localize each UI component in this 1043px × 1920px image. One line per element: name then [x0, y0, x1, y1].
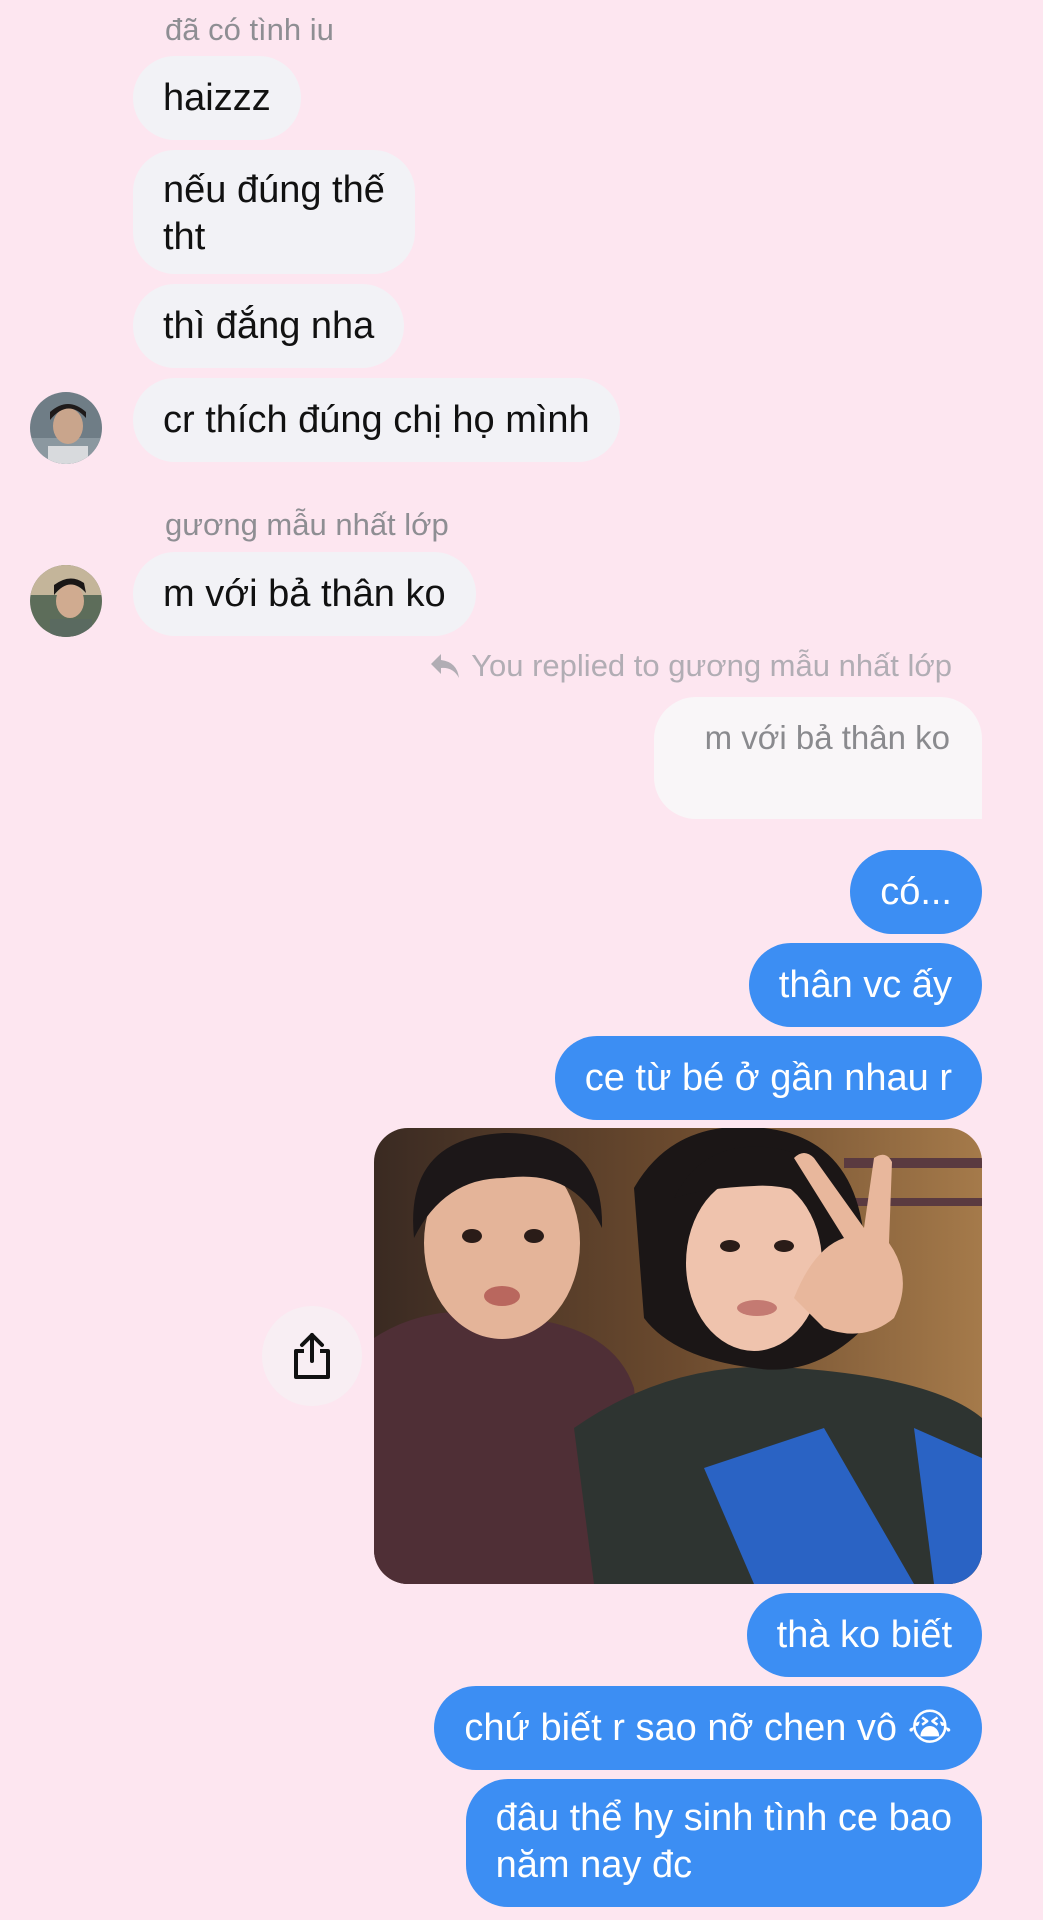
sent-message-bubble[interactable]: đâu thể hy sinh tình ce bao năm nay đc — [465, 1779, 982, 1907]
sent-message-bubble[interactable]: thân vc ấy — [748, 943, 982, 1027]
sent-message-bubble[interactable]: thà ko biết — [746, 1593, 982, 1677]
reply-hint-text: You replied to gương mẫu nhất lớp — [471, 648, 952, 683]
reply-arrow-icon — [431, 654, 460, 678]
sender-name: đã có tình iu — [165, 12, 334, 47]
avatar[interactable] — [30, 392, 102, 464]
avatar-photo-icon — [30, 565, 102, 637]
message-bubble[interactable]: nếu đúng thế tht — [133, 150, 415, 274]
message-bubble[interactable]: m với bả thân ko — [133, 552, 476, 636]
sender-name: gương mẫu nhất lớp — [165, 507, 449, 542]
message-bubble[interactable]: thì đắng nha — [133, 284, 405, 368]
quoted-message[interactable]: m với bả thân ko — [654, 697, 982, 819]
avatar[interactable] — [30, 565, 102, 637]
reply-hint: You replied to gương mẫu nhất lớp — [429, 646, 952, 686]
sent-message-bubble[interactable]: chứ biết r sao nỡ chen vô 😭 — [434, 1686, 982, 1770]
chat-screen: đã có tình iu haizzz nếu đúng thế tht th… — [0, 0, 1043, 1920]
share-icon — [294, 1333, 330, 1379]
shared-photo[interactable] — [374, 1128, 982, 1584]
sent-message-bubble[interactable]: có... — [850, 850, 982, 934]
selfie-image — [374, 1128, 982, 1584]
share-button[interactable] — [262, 1306, 362, 1406]
message-bubble[interactable]: haizzz — [133, 56, 301, 140]
sent-message-bubble[interactable]: ce từ bé ở gần nhau r — [554, 1036, 982, 1120]
message-bubble[interactable]: cr thích đúng chị họ mình — [133, 378, 620, 462]
avatar-photo-icon — [30, 392, 102, 464]
